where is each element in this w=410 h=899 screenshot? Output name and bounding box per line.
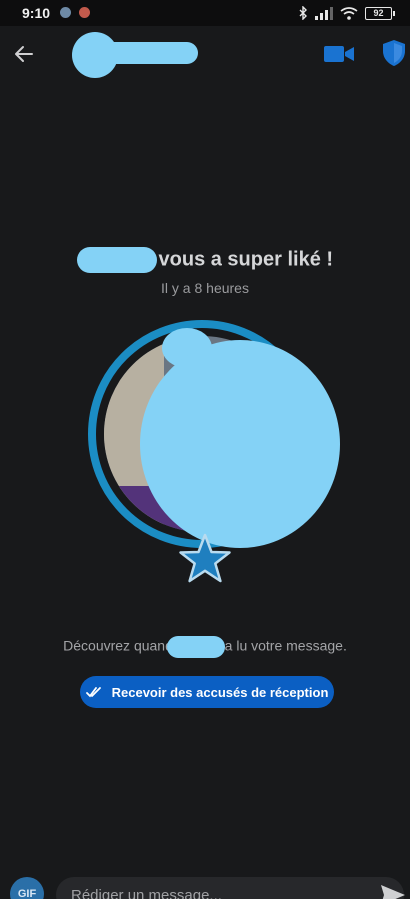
send-icon[interactable] (380, 884, 406, 899)
match-name-redacted[interactable] (80, 42, 198, 64)
match-name-redacted (76, 247, 157, 273)
status-indicators: 92 (299, 5, 395, 21)
read-receipts-label: Recevoir des accusés de réception (111, 684, 329, 700)
face-redaction (140, 340, 340, 548)
video-camera-icon[interactable] (323, 42, 355, 66)
time-ago-label: Il y a 8 heures (161, 280, 249, 296)
super-like-text: vous a super liké ! (158, 248, 334, 271)
discover-text-end: a lu votre message. (224, 637, 347, 654)
status-time: 9:10 (22, 5, 51, 21)
chat-header (0, 26, 410, 82)
chat-screen: 9:10 92 vous a super liké ! Il y a 8 heu… (0, 0, 410, 899)
shield-icon[interactable] (382, 39, 406, 67)
super-like-headline: vous a super liké ! (0, 247, 410, 273)
double-check-icon (85, 687, 101, 698)
battery-indicator: 92 (365, 6, 395, 20)
read-receipts-button[interactable]: Recevoir des accusés de réception (80, 676, 334, 708)
star-icon (179, 533, 231, 583)
discover-text-start: Découvrez quand (63, 637, 173, 654)
signal-icon (315, 6, 333, 20)
message-input[interactable] (56, 877, 404, 899)
read-receipt-prompt: Découvrez quand a lu votre message. (0, 636, 410, 658)
message-composer: GIF (0, 872, 410, 899)
notification-app-icon (60, 7, 71, 18)
match-name-redacted (166, 636, 225, 658)
gif-button[interactable]: GIF (10, 877, 44, 899)
bluetooth-icon (299, 6, 307, 20)
back-arrow-icon[interactable] (12, 42, 36, 66)
wifi-icon (340, 6, 358, 20)
notification-app-icon (79, 7, 90, 18)
status-bar: 9:10 92 (0, 0, 410, 26)
